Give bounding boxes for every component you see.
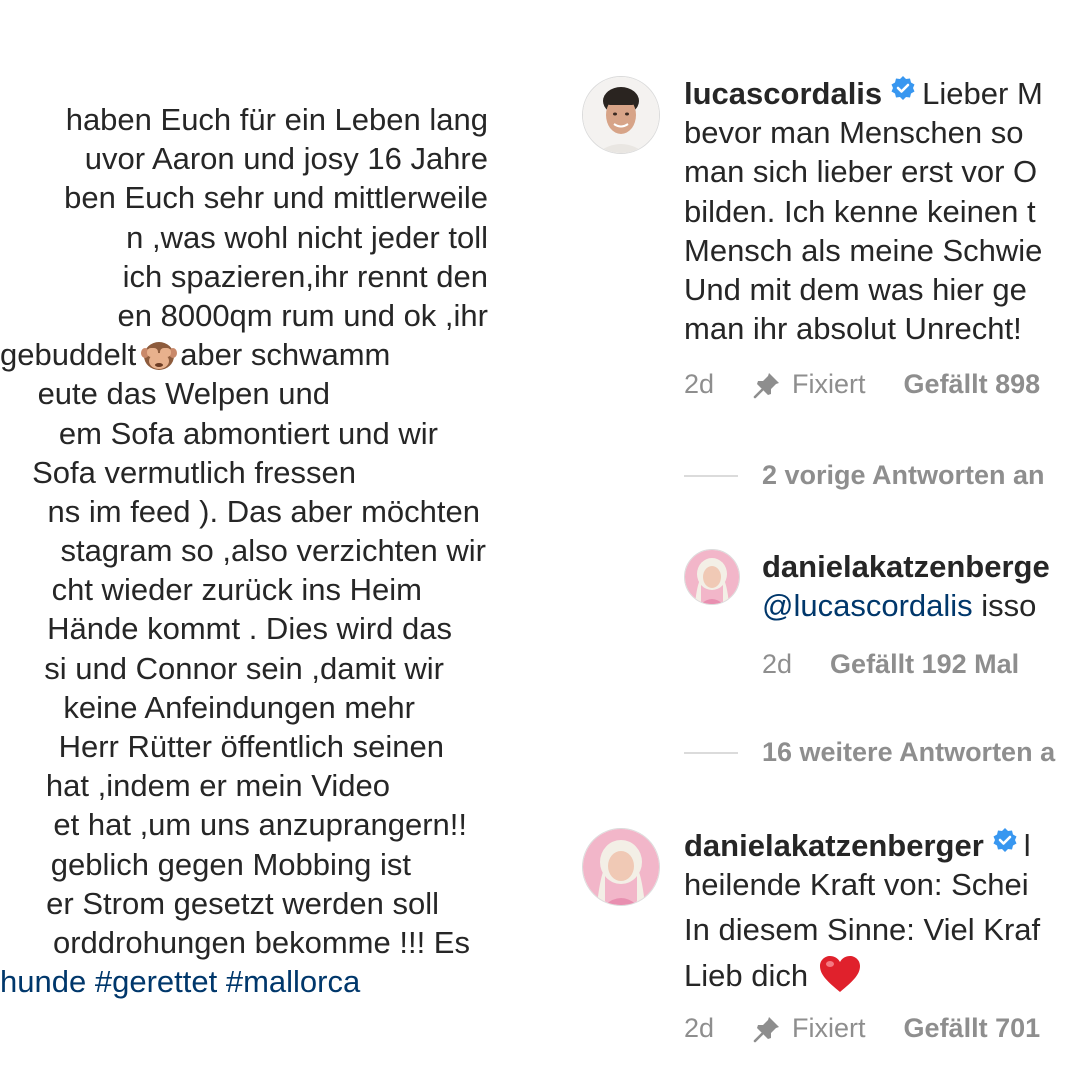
pinned-label: Fixiert [792,369,866,399]
view-more-replies-button[interactable]: 16 weitere Antworten a [684,737,1055,768]
comment-meta: 2d Gefällt 192 Mal [762,649,1019,680]
comment-text: Lieb dich [684,957,809,993]
comment-text: man sich lieber erst vor O [684,154,1038,190]
avatar-man-icon [583,77,659,153]
comment-username[interactable]: danielakatzenberger [684,828,984,863]
caption-line: er Strom gesetzt werden soll [46,885,439,921]
comment-text: man ihr absolut Unrecht! [684,311,1022,347]
avatar[interactable] [684,549,740,605]
pin-icon [753,372,780,398]
comment-username[interactable]: lucascordalis [684,76,882,111]
caption-line: si und Connor sein ,damit wir [44,650,444,686]
caption-line: eute das Welpen und [37,376,330,412]
red-heart-icon [820,955,861,992]
comment-likes[interactable]: Gefällt 192 Mal [830,649,1019,680]
comment-likes[interactable]: Gefällt 701 [904,1013,1041,1044]
caption-line: n ,was wohl nicht jeder toll [126,219,488,255]
pinned-indicator: Fixiert [752,1013,866,1044]
comment-body: lucascordalis Lieber M bevor man Mensche… [684,74,1043,348]
comment-text: Mensch als meine Schwie [684,232,1043,268]
comment-text: heilende Kraft von: Schei [684,867,1029,903]
avatar[interactable] [582,828,660,906]
see-no-evil-monkey-icon [141,342,178,371]
caption-line: em Sofa abmontiert und wir [58,415,438,451]
caption-line: ns im feed ). Das aber möchten [47,493,480,529]
avatar-woman-icon [685,550,739,604]
pin-icon [753,1016,780,1042]
comment-username[interactable]: danielakatzenberge [762,549,1050,584]
mention-link[interactable]: @lucascordalis [762,588,973,623]
pinned-indicator: Fixiert [752,369,866,400]
comment-time: 2d [684,1013,715,1043]
comment-text: In diesem Sinne: Viel Kraf [684,912,1041,948]
comment-meta: 2d Fixiert Gefällt 701 [684,1013,1040,1044]
avatar[interactable] [582,76,660,154]
comment-likes[interactable]: Gefällt 898 [904,369,1041,400]
caption-line: uvor Aaron und josy 16 Jahre [84,141,488,177]
verified-badge-icon [993,828,1017,852]
comment-text: Lieber M [922,76,1043,111]
instagram-post-screen: haben Euch für ein Leben lang uvor Aaron… [0,0,1079,1079]
caption-line: stagram so ,also verzichten wir [60,533,486,569]
comment-text: Und mit dem was hier ge [684,272,1027,308]
view-previous-replies-button[interactable]: 2 vorige Antworten an [684,460,1045,491]
comment-text: isso [981,588,1037,624]
caption-line: Hände kommt . Dies wird das [47,611,452,647]
hashtag-link[interactable]: hunde [0,964,86,999]
caption-line: hat ,indem er mein Video [45,768,390,804]
caption-hashtags: hunde #gerettet #mallorca [0,962,500,1001]
caption-line: ich spazieren,ihr rennt den [122,258,488,294]
comment-text: bevor man Menschen so [684,115,1024,151]
caption-line: Herr Rütter öffentlich seinen [58,729,444,764]
caption-line: orddrohungen bekomme !!! Es [52,924,470,960]
comment-time: 2d [684,369,715,399]
more-replies-label: 16 weitere Antworten a [762,737,1056,767]
caption-line: ben Euch sehr und mittlerweile [64,180,488,216]
hashtag-link[interactable]: #mallorca [226,964,360,999]
replies-divider [684,474,738,477]
caption-line-part: aber schwamm [180,337,391,373]
comment-text: bilden. Ich kenne keinen t [684,193,1036,229]
comment-body: danielakatzenberger l heilende Kraft von… [684,826,1040,995]
caption-line: en 8000qm rum und ok ,ihr [117,297,489,333]
avatar-woman-icon [583,829,659,905]
verified-badge-icon [891,76,915,100]
post-caption: haben Euch für ein Leben lang uvor Aaron… [0,100,500,1001]
caption-line: haben Euch für ein Leben lang [65,102,488,137]
caption-line: et hat ,um uns anzuprangern!! [53,807,467,843]
previous-replies-label: 2 vorige Antworten an [762,460,1045,490]
caption-line: gebuddelt aber schwamm [0,335,500,374]
comment-text: l [1023,828,1031,863]
caption-line: cht wieder zurück ins Heim [51,572,422,608]
caption-line: keine Anfeindungen mehr [63,689,415,725]
comment-meta: 2d Fixiert Gefällt 898 [684,369,1040,400]
caption-line: Sofa vermutlich fressen [32,454,356,490]
comment-body: danielakatzenberge @lucascordalis isso [762,547,1050,625]
pinned-label: Fixiert [792,1013,866,1043]
replies-divider [684,751,738,754]
caption-line: geblich gegen Mobbing ist [50,846,411,882]
caption-line-part: gebuddelt [0,337,137,373]
comment-time: 2d [762,649,793,679]
hashtag-link[interactable]: #gerettet [95,964,217,999]
